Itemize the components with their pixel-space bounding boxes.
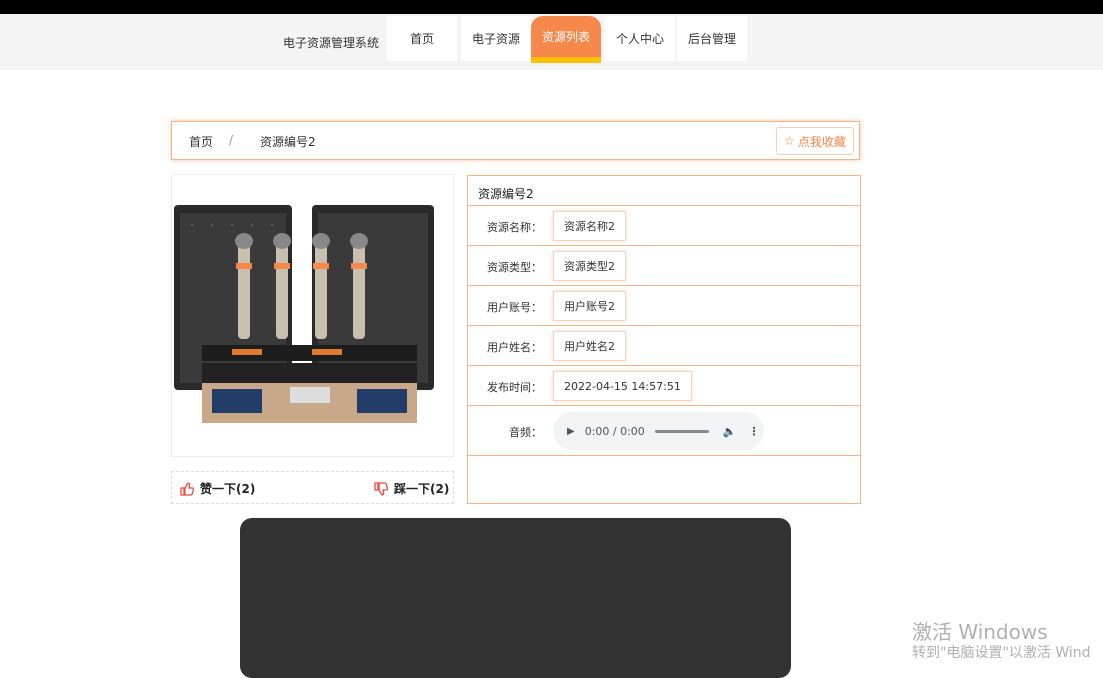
field-label: 用户姓名： [487,341,542,354]
like-label: 赞一下(2) [200,482,256,496]
product-image [171,174,454,457]
field-label: 资源类型： [487,261,542,274]
dislike-label: 踩一下(2) [394,482,450,496]
field-value: 2022-04-15 14:57:51 [553,371,692,401]
field-label: 用户账号： [487,301,542,314]
dark-panel [240,518,791,678]
audio-label: 音频： [509,426,542,439]
field-value: 用户账号2 [553,291,626,321]
detail-row: 用户账号： 用户账号2 [468,285,860,326]
favorite-label: 点我收藏 [797,134,846,149]
nav-admin[interactable]: 后台管理 [677,16,747,61]
detail-title: 资源编号2 [478,187,534,201]
detail-panel: 资源编号2 资源名称： 资源名称2 资源类型： 资源类型2 用户账号： 用户账号… [467,175,861,504]
dislike-button[interactable]: 踩一下(2) [374,480,449,497]
audio-time: 0:00 / 0:00 [584,424,645,438]
audio-progress[interactable] [654,429,709,433]
top-black-bar [0,0,1103,14]
vote-bar: 赞一下(2) 踩一下(2) [171,471,454,504]
detail-row: 资源名称： 资源名称2 [468,205,860,246]
detail-row-audio: 音频： ▶ 0:00 / 0:00 🔈 ⋮ [468,405,860,456]
volume-icon[interactable]: 🔈 [723,425,737,438]
activation-watermark-title: 激活 Windows [912,620,1048,644]
favorite-button[interactable]: ☆ 点我收藏 [776,127,854,155]
nav-personal-center[interactable]: 个人中心 [605,16,675,61]
more-options-icon[interactable]: ⋮ [749,425,760,438]
like-button[interactable]: 赞一下(2) [180,480,255,497]
brand-title: 电子资源管理系统 [283,36,380,50]
nav-home[interactable]: 首页 [387,16,457,61]
nav-e-resources[interactable]: 电子资源 [461,16,531,61]
breadcrumb-home[interactable]: 首页 [189,133,213,150]
field-value: 资源名称2 [553,211,626,241]
activation-watermark-text: 转到"电脑设置"以激活 Wind [912,645,1091,661]
detail-row: 用户姓名： 用户姓名2 [468,325,860,366]
nav-resource-list[interactable]: 资源列表 [531,16,601,63]
speaker-system-image [174,205,434,423]
field-value: 用户姓名2 [553,331,626,361]
detail-row: 发布时间： 2022-04-15 14:57:51 [468,365,860,406]
breadcrumb-current: 资源编号2 [260,135,316,149]
audio-player[interactable]: ▶ 0:00 / 0:00 🔈 ⋮ [553,412,764,450]
detail-row: 资源类型： 资源类型2 [468,245,860,286]
field-label: 发布时间： [487,381,542,394]
play-icon[interactable]: ▶ [567,426,575,437]
breadcrumb-separator: / [229,133,234,147]
thumbs-down-icon [374,481,388,496]
star-icon: ☆ [784,134,795,148]
thumbs-up-icon [180,481,194,496]
breadcrumb: 首页 / 资源编号2 ☆ 点我收藏 [171,121,860,160]
field-value: 资源类型2 [553,251,626,281]
detail-divider [468,455,860,456]
field-label: 资源名称： [487,221,542,234]
